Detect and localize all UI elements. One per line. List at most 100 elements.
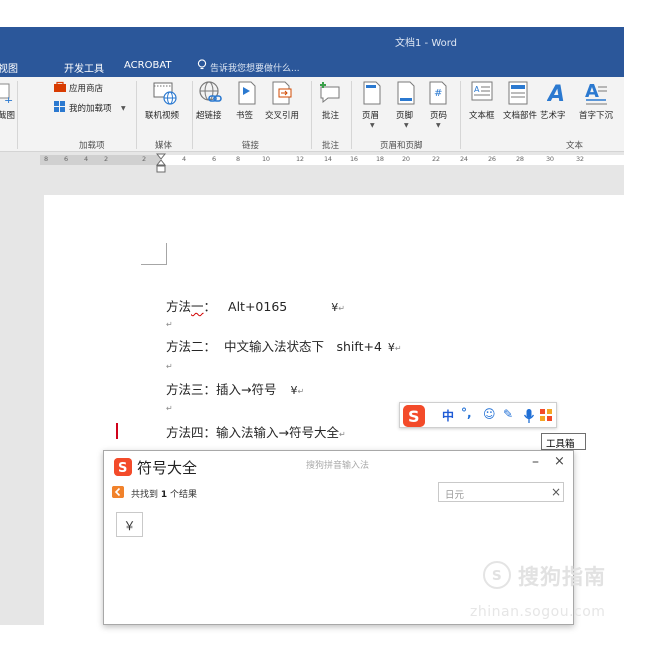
ruler-tick: 14 xyxy=(324,155,332,163)
footer-button[interactable]: 页脚 xyxy=(396,109,413,121)
indent-marker-icon[interactable] xyxy=(156,153,166,175)
handwriting-icon[interactable]: ✎ xyxy=(503,407,513,421)
ruler-tick: 26 xyxy=(488,155,496,163)
method-2-label: 方法二： xyxy=(166,339,217,354)
symbol-search-input[interactable]: 日元 × xyxy=(438,482,564,502)
method-2-text: 中文输入法状态下 shift+4 xyxy=(224,339,382,354)
method-3-label: 方法三： xyxy=(166,382,217,397)
ruler-tick: 2 xyxy=(142,155,146,163)
close-icon[interactable]: × xyxy=(554,454,565,469)
ruler-tick: 28 xyxy=(516,155,524,163)
bookmark-icon xyxy=(238,81,256,105)
new-comment-icon xyxy=(320,82,340,104)
microphone-icon[interactable] xyxy=(523,408,535,424)
chevron-down-icon[interactable]: ▼ xyxy=(370,122,375,129)
ruler-tick: 8 xyxy=(236,155,240,163)
ruler-tick: 32 xyxy=(576,155,584,163)
doc-line-1[interactable]: 方法一： Alt+0165 ¥↵ xyxy=(166,296,345,315)
header-button[interactable]: 页眉 xyxy=(362,109,379,121)
chevron-down-icon[interactable]: ▼ xyxy=(404,122,409,129)
page-number-button[interactable]: 页码 xyxy=(430,109,447,121)
bookmark-button[interactable]: 书签 xyxy=(236,109,253,121)
doc-line-4[interactable]: 方法四：输入法输入→符号大全↵ xyxy=(166,422,346,441)
ruler-tick: 16 xyxy=(350,155,358,163)
text-box-icon: A xyxy=(471,81,493,101)
tab-developer[interactable]: 开发工具 xyxy=(64,60,104,75)
ruler-tick: 18 xyxy=(376,155,384,163)
title-bar: 文档1 - Word xyxy=(0,27,624,55)
ruler-tick: 4 xyxy=(182,155,186,163)
method-4-label: 方法四： xyxy=(166,425,217,440)
ribbon-separator xyxy=(17,81,18,149)
wordart-button[interactable]: 艺术字 xyxy=(540,109,566,121)
tab-acrobat[interactable]: ACROBAT xyxy=(124,60,172,71)
text-box-button[interactable]: 文本框 xyxy=(469,109,495,121)
symbol-panel: S 符号大全 搜狗拼音输入法 – × 共找到 1 个结果 日元 × ￥ xyxy=(103,450,574,625)
cross-reference-button[interactable]: 交叉引用 xyxy=(265,109,299,121)
sogou-logo-icon: S xyxy=(114,458,132,476)
drop-cap-button[interactable]: 首字下沉 xyxy=(579,109,613,121)
ribbon-separator xyxy=(311,81,312,149)
cross-reference-icon xyxy=(272,81,292,105)
paragraph-mark-icon: ↵ xyxy=(166,320,173,329)
tell-me-search[interactable]: 告诉我您想要做什么... xyxy=(210,61,300,74)
svg-text:S: S xyxy=(408,407,420,426)
svg-text:A: A xyxy=(547,82,565,105)
symbol-result-cell[interactable]: ￥ xyxy=(116,512,143,537)
chinese-mode-button[interactable]: 中 xyxy=(442,407,454,424)
emoji-icon[interactable]: ☺ xyxy=(483,407,496,421)
ime-toolbar: S 中 °, ☺ ✎ xyxy=(399,402,557,428)
sogou-watermark-logo-icon: S xyxy=(483,561,511,589)
svg-text:A: A xyxy=(474,85,480,94)
minimize-button[interactable]: – xyxy=(532,454,539,470)
back-arrow-icon[interactable] xyxy=(112,486,124,498)
svg-text:#: # xyxy=(434,88,442,99)
paragraph-mark-icon: ↵ xyxy=(297,387,305,396)
punctuation-button[interactable]: °, xyxy=(461,406,472,420)
lightbulb-icon xyxy=(197,59,207,70)
screenshot-button[interactable]: 截图 xyxy=(0,109,15,121)
doc-line-3[interactable]: 方法三：插入→符号 ¥↵ xyxy=(166,379,304,398)
store-button[interactable]: 应用商店 xyxy=(69,82,103,94)
toolbox-icon[interactable] xyxy=(540,409,552,421)
online-video-icon xyxy=(153,82,177,105)
paragraph-mark-icon: ↵ xyxy=(339,430,346,439)
doc-line-2[interactable]: 方法二： 中文输入法状态下 shift+4 ¥↵ xyxy=(166,336,402,355)
wordart-icon: A xyxy=(547,82,565,105)
my-addins-button[interactable]: 我的加载项 xyxy=(69,102,112,114)
symbol-panel-title: 符号大全 xyxy=(137,459,198,477)
ribbon-separator xyxy=(192,81,193,149)
screenshot-stage: 文档1 - Word 视图 开发工具 ACROBAT 告诉我您想要做什么... … xyxy=(0,0,650,650)
spelling-underline: 一 xyxy=(191,299,204,314)
ruler-tick: 24 xyxy=(460,155,468,163)
sogou-logo-icon[interactable]: S xyxy=(403,405,425,427)
quick-parts-icon xyxy=(508,81,528,105)
result-count: 共找到 1 个结果 xyxy=(131,490,198,500)
new-comment-button[interactable]: 批注 xyxy=(322,109,339,121)
hyperlink-icon xyxy=(199,81,222,102)
ruler-tick: 6 xyxy=(212,155,216,163)
method-3-text: 插入→符号 xyxy=(216,382,277,397)
ribbon: + 截图 应用商店 我的加载项 ▼ 加载项 联机视频 媒体 超链接 书签 交叉引… xyxy=(0,77,624,152)
group-label-addins: 加载项 xyxy=(79,141,105,151)
ruler-tick: 4 xyxy=(84,155,88,163)
tab-view[interactable]: 视图 xyxy=(0,60,18,75)
ribbon-separator xyxy=(351,81,352,149)
ribbon-separator xyxy=(460,81,461,149)
group-label-text: 文本 xyxy=(566,141,584,151)
text-cursor xyxy=(116,423,118,439)
hyperlink-button[interactable]: 超链接 xyxy=(196,109,222,121)
ruler-tick: 12 xyxy=(296,155,304,163)
svg-text:S: S xyxy=(492,568,502,584)
chevron-down-icon[interactable]: ▼ xyxy=(436,122,441,129)
clear-search-icon[interactable]: × xyxy=(551,485,561,499)
group-label-header-footer: 页眉和页脚 xyxy=(380,141,423,151)
horizontal-ruler: 8 6 4 2 2 4 6 8 10 12 14 16 18 20 22 24 26 28 30 32 xyxy=(0,153,624,173)
svg-text:S: S xyxy=(118,461,127,476)
svg-text:+: + xyxy=(4,94,13,103)
chevron-down-icon[interactable]: ▼ xyxy=(121,105,126,112)
paragraph-mark-icon: ↵ xyxy=(338,304,345,313)
quick-parts-button[interactable]: 文档部件 xyxy=(503,109,537,121)
ruler-tick: 2 xyxy=(104,155,108,163)
online-video-button[interactable]: 联机视频 xyxy=(145,109,179,121)
